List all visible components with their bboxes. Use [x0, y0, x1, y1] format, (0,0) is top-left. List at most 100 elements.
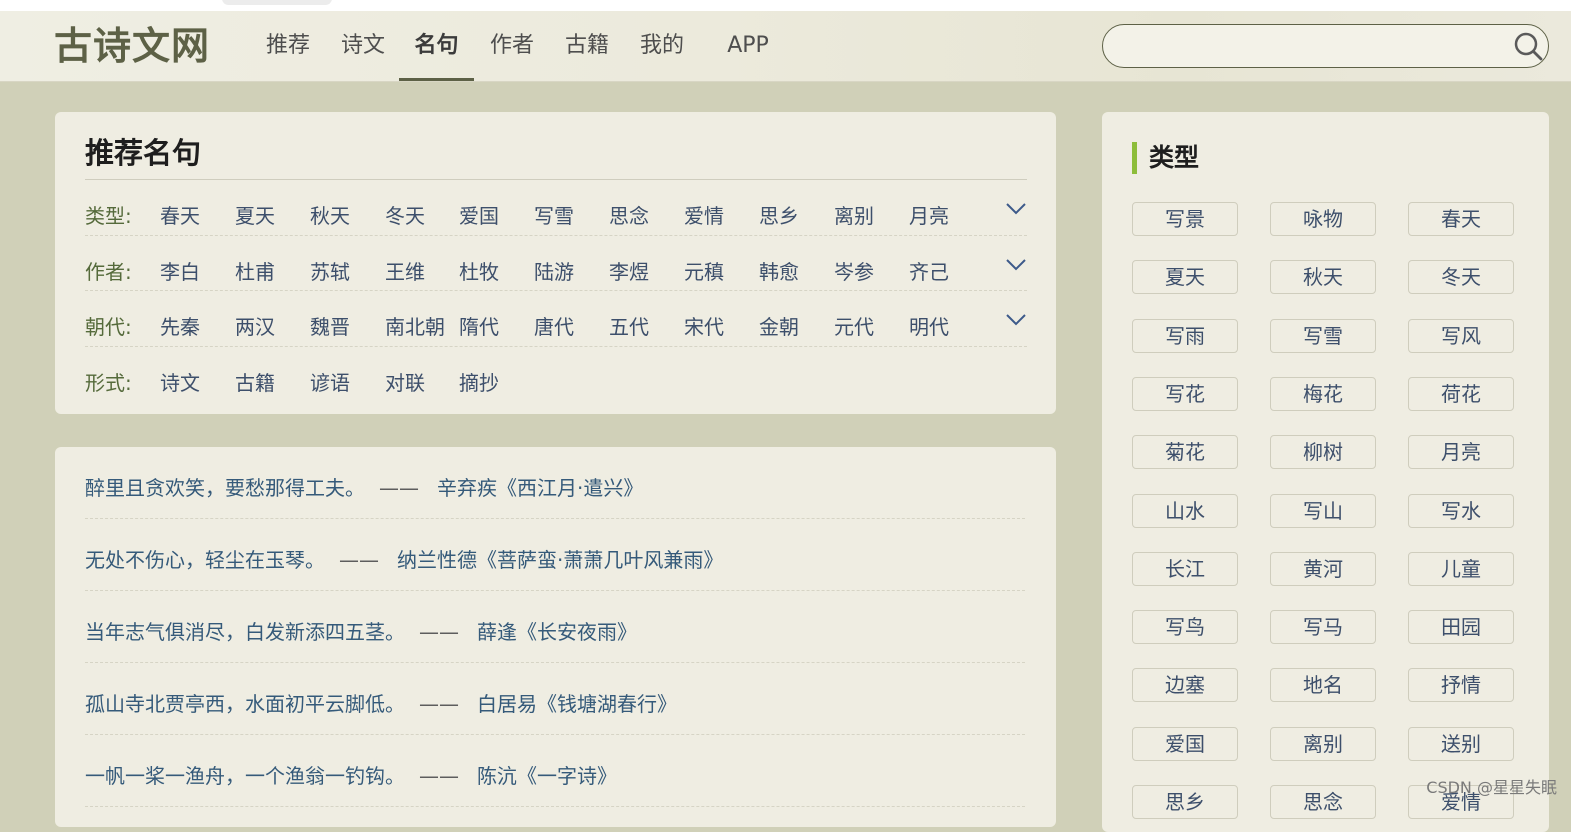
tag-item[interactable]: 梅花	[1270, 377, 1376, 411]
tag-item[interactable]: 送别	[1408, 727, 1514, 761]
filter-item[interactable]: 南北朝	[385, 311, 445, 340]
filter-item[interactable]: 杜牧	[459, 256, 499, 285]
filter-item[interactable]: 写雪	[534, 200, 574, 229]
tag-item[interactable]: 柳树	[1270, 435, 1376, 469]
tag-item[interactable]: 思念	[1270, 785, 1376, 819]
nav-item-app[interactable]: APP	[722, 11, 774, 81]
quote-text[interactable]: 孤山寺北贾亭西，水面初平云脚低。	[85, 692, 405, 716]
quote-source[interactable]: 辛弃疾《西江月·遣兴》	[437, 476, 643, 500]
site-logo[interactable]: 古诗文网	[54, 23, 210, 69]
filter-item[interactable]: 夏天	[235, 200, 275, 229]
tag-item[interactable]: 写花	[1132, 377, 1238, 411]
filter-item[interactable]: 李白	[160, 256, 200, 285]
chevron-down-icon[interactable]	[1005, 258, 1027, 272]
filter-item[interactable]: 魏晋	[310, 311, 350, 340]
filter-item[interactable]: 思念	[609, 200, 649, 229]
tag-item[interactable]: 离别	[1270, 727, 1376, 761]
filter-item[interactable]: 杜甫	[235, 256, 275, 285]
quote-link[interactable]: 孤山寺北贾亭西，水面初平云脚低。——白居易《钱塘湖春行》	[85, 688, 677, 717]
filter-item[interactable]: 先秦	[160, 311, 200, 340]
site-header: 古诗文网 推荐 诗文 名句 作者 古籍 我的 APP	[0, 11, 1571, 82]
quote-source[interactable]: 陈沆《一字诗》	[477, 764, 617, 788]
filter-item[interactable]: 隋代	[459, 311, 499, 340]
filter-item[interactable]: 冬天	[385, 200, 425, 229]
quote-source[interactable]: 薛逢《长安夜雨》	[477, 620, 637, 644]
tag-item[interactable]: 写雨	[1132, 319, 1238, 353]
filter-item[interactable]: 诗文	[160, 367, 200, 396]
tag-item[interactable]: 菊花	[1132, 435, 1238, 469]
filter-item[interactable]: 月亮	[909, 200, 949, 229]
filter-item[interactable]: 春天	[160, 200, 200, 229]
tag-item[interactable]: 写雪	[1270, 319, 1376, 353]
quote-text[interactable]: 一帆一桨一渔舟，一个渔翁一钓钩。	[85, 764, 405, 788]
tag-item[interactable]: 秋天	[1270, 260, 1376, 294]
filter-item[interactable]: 陆游	[534, 256, 574, 285]
tag-item[interactable]: 写山	[1270, 494, 1376, 528]
quote-link[interactable]: 一帆一桨一渔舟，一个渔翁一钓钩。——陈沆《一字诗》	[85, 760, 617, 789]
quote-source[interactable]: 白居易《钱塘湖春行》	[477, 692, 677, 716]
tag-item[interactable]: 长江	[1132, 552, 1238, 586]
tag-item[interactable]: 思乡	[1132, 785, 1238, 819]
nav-item-mine[interactable]: 我的	[638, 11, 686, 81]
filter-item[interactable]: 唐代	[534, 311, 574, 340]
quote-link[interactable]: 当年志气俱消尽，白发新添四五茎。——薛逢《长安夜雨》	[85, 616, 637, 645]
filter-item[interactable]: 金朝	[759, 311, 799, 340]
filter-item[interactable]: 元稹	[684, 256, 724, 285]
tag-item[interactable]: 夏天	[1132, 260, 1238, 294]
tag-item[interactable]: 写鸟	[1132, 610, 1238, 644]
tag-item[interactable]: 黄河	[1270, 552, 1376, 586]
filter-item[interactable]: 秋天	[310, 200, 350, 229]
filter-item[interactable]: 韩愈	[759, 256, 799, 285]
nav-item-poems[interactable]: 诗文	[339, 11, 387, 81]
filter-item[interactable]: 宋代	[684, 311, 724, 340]
quote-link[interactable]: 醉里且贪欢笑，要愁那得工夫。——辛弃疾《西江月·遣兴》	[85, 472, 643, 501]
filter-item[interactable]: 元代	[834, 311, 874, 340]
filter-item[interactable]: 摘抄	[459, 367, 499, 396]
filter-item[interactable]: 五代	[609, 311, 649, 340]
filter-item[interactable]: 齐己	[909, 256, 949, 285]
search-icon[interactable]	[1512, 30, 1544, 62]
search-input[interactable]	[1117, 33, 1501, 61]
tag-item[interactable]: 冬天	[1408, 260, 1514, 294]
tag-item[interactable]: 边塞	[1132, 668, 1238, 702]
quote-text[interactable]: 醉里且贪欢笑，要愁那得工夫。	[85, 476, 365, 500]
tag-item[interactable]: 春天	[1408, 202, 1514, 236]
tag-item[interactable]: 荷花	[1408, 377, 1514, 411]
tag-item[interactable]: 咏物	[1270, 202, 1376, 236]
filter-item[interactable]: 两汉	[235, 311, 275, 340]
filter-item[interactable]: 思乡	[759, 200, 799, 229]
tag-item[interactable]: 山水	[1132, 494, 1238, 528]
tag-item[interactable]: 儿童	[1408, 552, 1514, 586]
filter-item[interactable]: 李煜	[609, 256, 649, 285]
tag-item[interactable]: 地名	[1270, 668, 1376, 702]
filter-item[interactable]: 岑参	[834, 256, 874, 285]
filter-item[interactable]: 古籍	[235, 367, 275, 396]
quote-link[interactable]: 无处不伤心，轻尘在玉琴。——纳兰性德《菩萨蛮·萧萧几叶风兼雨》	[85, 544, 723, 573]
quote-text[interactable]: 当年志气俱消尽，白发新添四五茎。	[85, 620, 405, 644]
tag-item[interactable]: 月亮	[1408, 435, 1514, 469]
quote-text[interactable]: 无处不伤心，轻尘在玉琴。	[85, 548, 325, 572]
nav-item-classics[interactable]: 古籍	[563, 11, 611, 81]
chevron-down-icon[interactable]	[1005, 202, 1027, 216]
tag-item[interactable]: 写马	[1270, 610, 1376, 644]
filter-item[interactable]: 苏轼	[310, 256, 350, 285]
tag-item[interactable]: 抒情	[1408, 668, 1514, 702]
tag-item[interactable]: 写风	[1408, 319, 1514, 353]
nav-item-authors[interactable]: 作者	[488, 11, 536, 81]
tag-item[interactable]: 写水	[1408, 494, 1514, 528]
tag-item[interactable]: 写景	[1132, 202, 1238, 236]
nav-item-recommend[interactable]: 推荐	[264, 11, 312, 81]
filter-item[interactable]: 对联	[385, 367, 425, 396]
tag-item[interactable]: 爱国	[1132, 727, 1238, 761]
filter-item[interactable]: 爱国	[459, 200, 499, 229]
tag-item[interactable]: 田园	[1408, 610, 1514, 644]
filter-item[interactable]: 谚语	[310, 367, 350, 396]
filter-item[interactable]: 爱情	[684, 200, 724, 229]
nav-item-quotes[interactable]: 名句	[399, 11, 474, 81]
filter-item[interactable]: 王维	[385, 256, 425, 285]
chevron-down-icon[interactable]	[1005, 313, 1027, 327]
recommend-panel: 推荐名句 类型: 春天 夏天 秋天 冬天 爱国 写雪 思念 爱情 思乡 离别 月…	[55, 112, 1056, 414]
filter-item[interactable]: 明代	[909, 311, 949, 340]
filter-item[interactable]: 离别	[834, 200, 874, 229]
quote-source[interactable]: 纳兰性德《菩萨蛮·萧萧几叶风兼雨》	[397, 548, 723, 572]
